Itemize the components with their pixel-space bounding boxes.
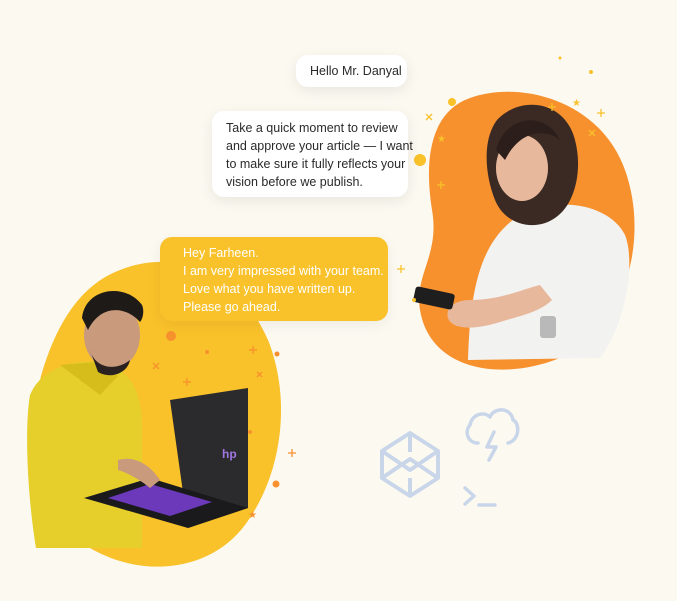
svg-text:★: ★ [437,134,446,145]
request-line: Take a quick moment to review [226,121,398,135]
request-line: and approve your article — I want [226,139,413,153]
reply-line: Please go ahead. [183,300,281,314]
codepen-icon [380,431,440,498]
svg-text:hp: hp [222,447,237,461]
request-bubble: Take a quick moment to review and approv… [212,111,413,197]
request-line: vision before we publish. [226,175,363,189]
reply-line: Love what you have written up. [183,282,356,296]
greeting-text: Hello Mr. Danyal [310,64,402,78]
reply-line: I am very impressed with your team. [183,264,384,278]
greeting-bubble: Hello Mr. Danyal [296,55,407,87]
svg-text:★: ★ [572,98,581,109]
request-line: to make sure it fully reflects your [226,157,406,171]
svg-text:★: ★ [248,510,257,521]
cloud-lightning-icon [465,408,520,462]
terminal-prompt-icon [463,486,497,507]
reply-line: Hey Farheen. [183,246,259,260]
reply-bubble: Hey Farheen. I am very impressed with yo… [160,237,388,321]
